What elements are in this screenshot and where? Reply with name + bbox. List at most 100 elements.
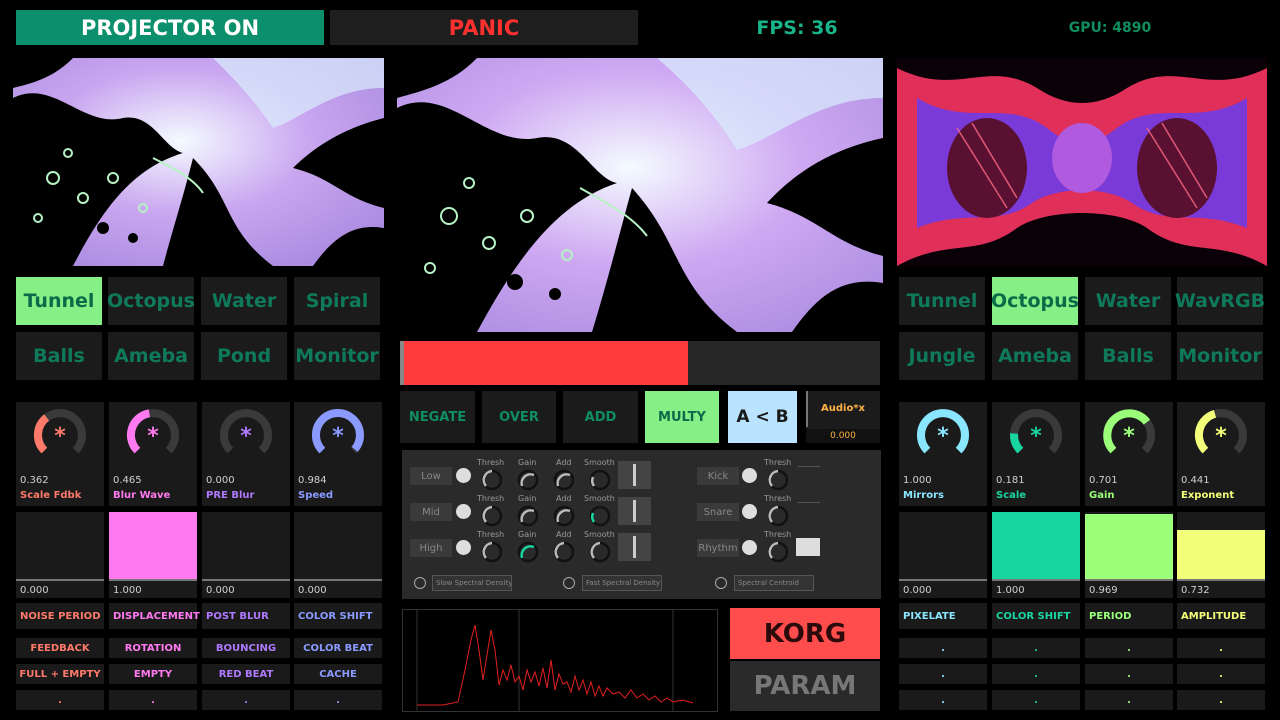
knob-label: Scale [996,490,1027,501]
audio-analysis-panel: Low Mid High Thresh Gain Add Smooth Thre… [402,450,881,599]
right-toggle-slot[interactable]: . [899,664,987,684]
right-scene-octopus[interactable]: Octopus [991,277,1079,325]
band-mid-led [456,504,471,519]
fast-spectral-radio[interactable] [563,577,575,589]
right-knob-exponent[interactable]: * 0.441 Exponent [1177,402,1265,506]
beat-kick-button[interactable]: Kick [697,467,739,485]
right-toggle-slot[interactable]: . [899,690,987,710]
blend-over-button[interactable]: OVER [482,391,556,443]
right-toggle-slot[interactable]: . [1085,690,1173,710]
left-toggle-empty-slot[interactable]: . [294,690,382,710]
left-scene-spiral[interactable]: Spiral [294,277,380,325]
left-fader-label-noise-period: NOISE PERIOD [16,603,104,629]
right-scene-wavrgb[interactable]: WavRGB [1175,277,1265,325]
left-toggle-empty-slot[interactable]: . [109,690,197,710]
left-knob-speed[interactable]: * 0.984 Speed [294,402,382,506]
ab-direction-button[interactable]: A < B [728,391,797,443]
right-toggle-slot[interactable]: . [1177,638,1265,658]
left-scene-pond[interactable]: Pond [201,332,287,380]
band-mini-knobs[interactable] [474,466,704,586]
blend-negate-button[interactable]: NEGATE [400,391,475,443]
right-fader-pixelate[interactable]: 0.000 [899,512,987,598]
fast-spectral-field[interactable]: Fast Spectral Density [582,575,662,591]
knob-dial-icon: * [1010,409,1062,454]
left-knob-blur-wave[interactable]: * 0.465 Blur Wave [109,402,197,506]
spectrum-plot [416,610,694,711]
right-scene-jungle[interactable]: Jungle [899,332,985,380]
left-knob-pre-blur[interactable]: * 0.000 PRE Blur [202,402,290,506]
param-button[interactable]: PARAM [730,661,880,711]
projector-on-button[interactable]: PROJECTOR ON [16,10,324,45]
right-scene-monitor[interactable]: Monitor [1177,332,1263,380]
right-scene-tunnel[interactable]: Tunnel [899,277,985,325]
left-toggle-red-beat[interactable]: RED BEAT [202,664,290,684]
panic-button[interactable]: PANIC [330,10,638,45]
fader-fill [1177,530,1265,580]
left-toggle-feedback[interactable]: FEEDBACK [16,638,104,658]
right-toggle-slot[interactable]: . [992,664,1080,684]
left-fader-displacement[interactable]: 1.000 [109,512,197,598]
korg-button[interactable]: KORG [730,608,880,659]
high-smooth-meter[interactable] [618,533,651,561]
knob-asterisk-icon: * [54,424,66,449]
left-fader-color-shift[interactable]: 0.000 [294,512,382,598]
band-mid-button[interactable]: Mid [410,503,452,521]
left-scene-octopus[interactable]: Octopus [107,277,195,325]
crossfader[interactable] [400,341,880,385]
right-scene-balls[interactable]: Balls [1085,332,1171,380]
beat-rhythm-button[interactable]: Rhythm [697,539,739,557]
beat-mini-knobs[interactable] [764,466,794,576]
right-toggle-slot[interactable]: . [1085,664,1173,684]
left-toggle-full-empty[interactable]: FULL + EMPTY [16,664,104,684]
right-toggle-slot[interactable]: . [992,690,1080,710]
right-toggle-slot[interactable]: . [1085,638,1173,658]
slow-spectral-radio[interactable] [414,577,426,589]
right-scene-ameba[interactable]: Ameba [992,332,1078,380]
right-scene-water[interactable]: Water [1085,277,1171,325]
left-scene-monitor[interactable]: Monitor [294,332,380,380]
knob-value: 0.984 [298,475,327,486]
left-scene-tunnel[interactable]: Tunnel [16,277,102,325]
left-toggle-cache[interactable]: CACHE [294,664,382,684]
left-toggle-empty[interactable]: EMPTY [109,664,197,684]
left-toggle-color-beat[interactable]: COLOR BEAT [294,638,382,658]
left-toggle-rotation[interactable]: ROTATION [109,638,197,658]
fader-baseline [202,579,290,581]
slow-spectral-field[interactable]: Slow Spectral Density [432,575,512,591]
left-scene-water[interactable]: Water [201,277,287,325]
left-scene-balls[interactable]: Balls [16,332,102,380]
right-knob-mirrors[interactable]: * 1.000 Mirrors [899,402,987,506]
audio-multiplier[interactable]: Audio*x 0.000 [806,391,880,443]
right-toggle-slot[interactable]: . [992,638,1080,658]
band-low-button[interactable]: Low [410,467,452,485]
beat-snare-button[interactable]: Snare [697,503,739,521]
left-toggle-bouncing[interactable]: BOUNCING [202,638,290,658]
crossfader-handle[interactable] [400,341,404,385]
left-fader-post-blur[interactable]: 0.000 [202,512,290,598]
left-toggle-empty-slot[interactable]: . [202,690,290,710]
left-deck-preview [13,58,384,266]
right-toggle-slot[interactable]: . [1177,664,1265,684]
right-fader-amplitude[interactable]: 0.732 [1177,512,1265,598]
mid-smooth-meter[interactable] [618,497,651,525]
band-high-button[interactable]: High [410,539,452,557]
right-toggle-slot[interactable]: . [899,638,987,658]
fps-readout: FPS: 36 [756,16,838,39]
right-fader-color-shift[interactable]: 1.000 [992,512,1080,598]
right-toggle-slot[interactable]: . [1177,690,1265,710]
left-knob-scale-fdbk[interactable]: * 0.362 Scale Fdbk [16,402,104,506]
spectral-centroid-radio[interactable] [715,577,727,589]
gpu-readout: GPU: 4890 [1068,19,1152,36]
low-smooth-meter[interactable] [618,461,651,489]
right-knob-scale[interactable]: * 0.181 Scale [992,402,1080,506]
blend-add-button[interactable]: ADD [563,391,638,443]
left-scene-ameba[interactable]: Ameba [108,332,194,380]
fader-baseline [992,579,1080,581]
spectral-centroid-field[interactable]: Spectral Centroid [734,575,814,591]
right-knob-gain[interactable]: * 0.701 Gain [1085,402,1173,506]
fader-fill [992,512,1080,580]
left-toggle-empty-slot[interactable]: . [16,690,104,710]
left-fader-noise-period[interactable]: 0.000 [16,512,104,598]
right-fader-period[interactable]: 0.969 [1085,512,1173,598]
blend-multy-button[interactable]: MULTY [645,391,719,443]
